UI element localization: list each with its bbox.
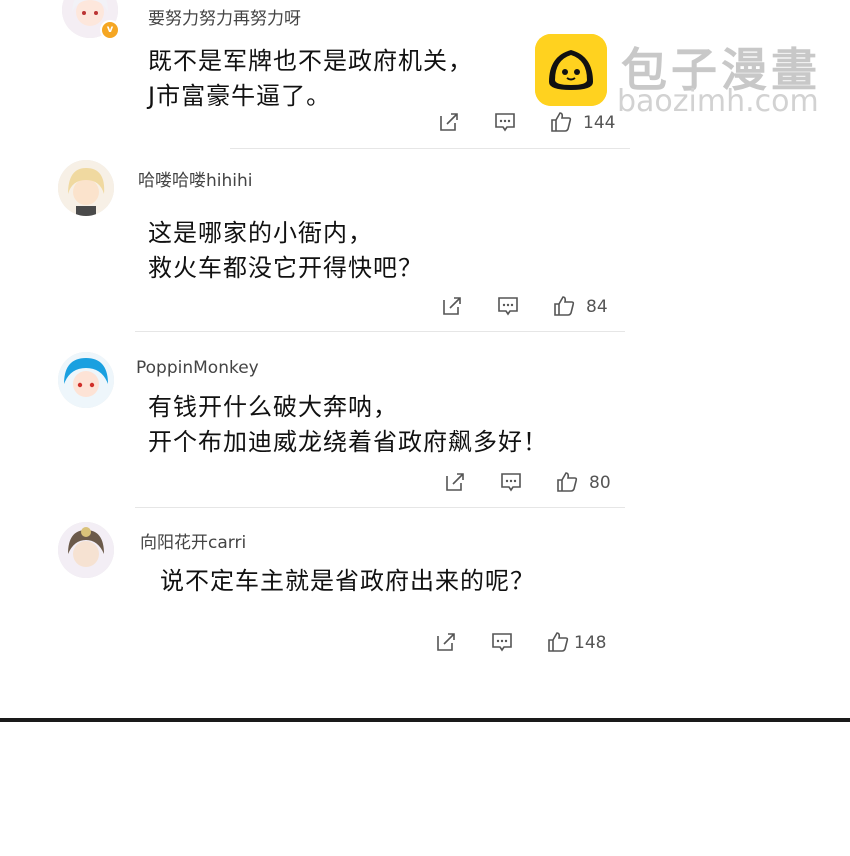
username[interactable]: 哈喽哈喽hihihi — [138, 166, 253, 191]
reply-button[interactable] — [499, 470, 523, 496]
comment-text-line: 既不是军牌也不是政府机关， — [148, 47, 473, 75]
share-button[interactable] — [434, 630, 458, 656]
avatar[interactable] — [58, 352, 114, 408]
reply-button[interactable] — [493, 110, 517, 136]
like-button[interactable]: 144 — [549, 110, 615, 136]
comment-actions: 84 — [440, 294, 640, 320]
share-icon — [443, 297, 461, 315]
comment-2: 哈喽哈喽hihihi 这是哪家的小衙内， 救火车都没它开得快吧？ 84 — [0, 150, 640, 332]
comment-text-line: 开个布加迪威龙绕着省政府飙多好！ — [148, 428, 548, 456]
reply-button[interactable] — [490, 630, 514, 656]
comment-3: PoppinMonkey 有钱开什么破大奔呐， 开个布加迪威龙绕着省政府飙多好！… — [0, 332, 640, 508]
watermark-url: baozimh.com — [617, 84, 819, 119]
comment-text-line: 这是哪家的小衙内， — [148, 219, 373, 247]
like-count: 80 — [589, 473, 611, 493]
comment-icon — [498, 297, 518, 316]
like-button[interactable]: 80 — [555, 470, 611, 496]
verified-badge-icon: v — [100, 20, 120, 40]
thumbs-up-icon — [548, 632, 569, 652]
comment-icon — [492, 633, 512, 652]
thumbs-up-icon — [554, 296, 575, 316]
comment-actions: 80 — [443, 470, 643, 496]
share-icon — [446, 473, 464, 491]
comment-text-line: 说不定车主就是省政府出来的呢？ — [160, 567, 535, 595]
username[interactable]: PoppinMonkey — [136, 358, 259, 378]
comment-text-line: 有钱开什么破大奔呐， — [148, 393, 398, 421]
share-button[interactable] — [437, 110, 461, 136]
like-count: 144 — [583, 113, 616, 133]
like-button[interactable]: 148 — [546, 630, 606, 656]
reply-button[interactable] — [496, 294, 520, 320]
comment-actions: 144 — [437, 110, 637, 136]
share-icon — [440, 113, 458, 131]
comment-1: v 要努力努力再努力呀 既不是军牌也不是政府机关， J市富豪牛逼了。 144 — [0, 0, 640, 150]
divider — [230, 148, 630, 149]
username[interactable]: 向阳花开carri — [140, 528, 246, 553]
thumbs-up-icon — [551, 112, 572, 132]
avatar[interactable] — [58, 160, 114, 216]
comment-text-line: 救火车都没它开得快吧？ — [148, 254, 423, 282]
comment-icon — [495, 113, 515, 132]
like-count: 84 — [586, 297, 608, 317]
share-button[interactable] — [440, 294, 464, 320]
username[interactable]: 要努力努力再努力呀 — [148, 4, 301, 29]
comment-4: 向阳花开carri 说不定车主就是省政府出来的呢？ 148 — [0, 508, 640, 668]
comment-icon — [501, 473, 521, 492]
share-icon — [437, 633, 455, 651]
like-count: 148 — [574, 633, 607, 653]
comment-actions: 148 — [434, 630, 634, 656]
avatar[interactable] — [58, 522, 114, 578]
panel-border — [0, 718, 850, 722]
share-button[interactable] — [443, 470, 467, 496]
like-button[interactable]: 84 — [552, 294, 608, 320]
thumbs-up-icon — [557, 472, 578, 492]
comment-text-line: J市富豪牛逼了。 — [148, 82, 332, 110]
